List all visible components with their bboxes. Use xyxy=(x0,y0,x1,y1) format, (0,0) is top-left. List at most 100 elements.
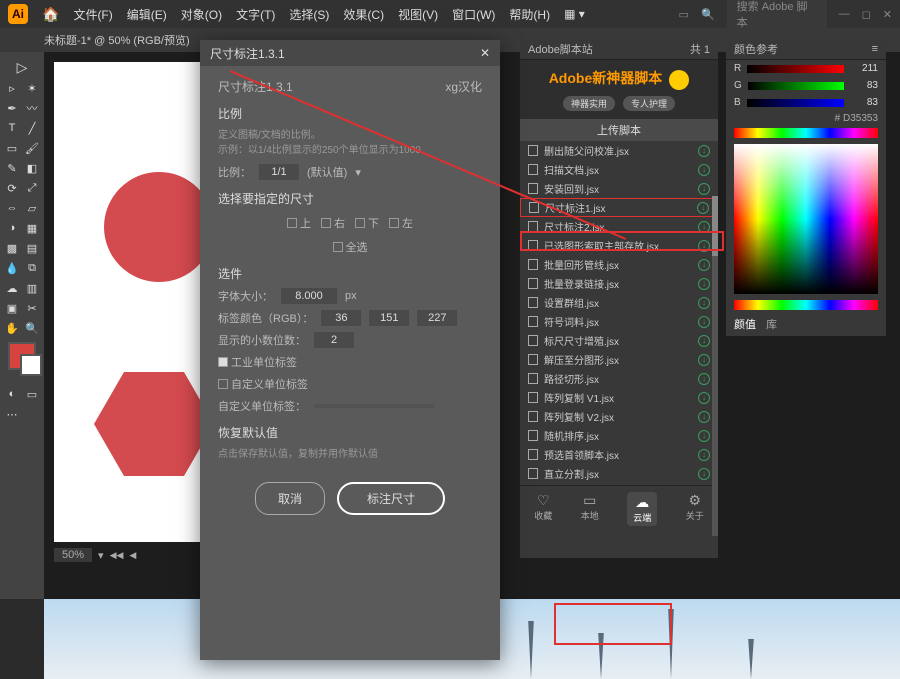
perspective-tool[interactable]: ▦ xyxy=(22,218,42,238)
script-item[interactable]: 设置群组.jsx↓ xyxy=(520,293,718,312)
hue-strip[interactable] xyxy=(734,128,878,138)
cb-down[interactable]: 下 xyxy=(355,215,379,231)
color-panel-menu-icon[interactable]: ≡ xyxy=(872,43,878,55)
artboard-tool[interactable]: ▣ xyxy=(2,298,22,318)
foot-cloud[interactable]: ☁云端 xyxy=(627,492,657,526)
edit-toolbar-icon[interactable]: ⋯ xyxy=(2,404,22,424)
color-spectrum[interactable] xyxy=(734,144,878,294)
selection-tool[interactable]: ▷ xyxy=(10,56,34,78)
script-item[interactable]: 直立分割.jsx↓ xyxy=(520,464,718,483)
swatch-tab-1[interactable]: 颜值 xyxy=(734,316,756,332)
script-item[interactable]: 随机排序.jsx↓ xyxy=(520,426,718,445)
b-slider[interactable] xyxy=(747,99,844,107)
download-icon[interactable]: ↓ xyxy=(698,335,710,347)
script-item[interactable]: 删出随父问校准.jsx↓ xyxy=(520,141,718,160)
brush-tool[interactable]: 🖌 xyxy=(22,138,42,158)
download-icon[interactable]: ↓ xyxy=(698,316,710,328)
line-tool[interactable]: ╱ xyxy=(22,118,42,138)
download-icon[interactable]: ↓ xyxy=(698,164,710,176)
download-icon[interactable]: ↓ xyxy=(698,411,710,423)
slice-tool[interactable]: ✂ xyxy=(22,298,42,318)
font-size-input[interactable]: 8.000 xyxy=(281,288,337,304)
menu-view[interactable]: 视图(V) xyxy=(398,6,438,23)
eraser-tool[interactable]: ◧ xyxy=(22,158,42,178)
color-r-input[interactable]: 36 xyxy=(321,310,361,326)
scale-input[interactable]: 1/1 xyxy=(259,164,299,180)
pill-1[interactable]: 神器实用 xyxy=(563,96,615,111)
minimize-icon[interactable]: — xyxy=(839,8,850,21)
color-panel-tab[interactable]: 颜色参考 xyxy=(734,41,778,57)
pill-2[interactable]: 专人护理 xyxy=(623,96,675,111)
color-g-input[interactable]: 151 xyxy=(369,310,409,326)
app-logo[interactable]: Ai xyxy=(8,4,28,24)
script-item[interactable]: 阵列复制 V1.jsx↓ xyxy=(520,388,718,407)
curvature-tool[interactable]: 〰 xyxy=(22,98,42,118)
mesh-tool[interactable]: ▩ xyxy=(2,238,22,258)
direct-select-tool[interactable]: ▹ xyxy=(2,78,22,98)
download-icon[interactable]: ↓ xyxy=(698,449,710,461)
download-icon[interactable]: ↓ xyxy=(698,297,710,309)
close-icon[interactable]: ✕ xyxy=(883,8,892,21)
cb-industrial[interactable]: 工业单位标签 xyxy=(218,354,482,370)
custom-unit-input[interactable] xyxy=(314,404,434,408)
magic-wand-tool[interactable]: ✶ xyxy=(22,78,42,98)
search-icon[interactable]: 🔍 xyxy=(701,8,715,21)
graph-tool[interactable]: ▥ xyxy=(22,278,42,298)
b-value[interactable]: 83 xyxy=(850,97,878,108)
script-item[interactable]: 路径切形.jsx↓ xyxy=(520,369,718,388)
rotate-tool[interactable]: ⟳ xyxy=(2,178,22,198)
download-icon[interactable]: ↓ xyxy=(698,354,710,366)
script-item[interactable]: 批量登录链接.jsx↓ xyxy=(520,274,718,293)
menu-file[interactable]: 文件(F) xyxy=(73,6,112,23)
blend-tool[interactable]: ⧉ xyxy=(22,258,42,278)
menu-effect[interactable]: 效果(C) xyxy=(343,6,384,23)
script-item[interactable]: 扫描文档.jsx↓ xyxy=(520,160,718,179)
menu-object[interactable]: 对象(O) xyxy=(181,6,222,23)
download-icon[interactable]: ↓ xyxy=(698,430,710,442)
zoom-level[interactable]: 50% xyxy=(54,548,92,562)
red-hexagon-shape[interactable] xyxy=(94,372,214,476)
foot-fav[interactable]: ♡收藏 xyxy=(534,492,552,526)
cb-all[interactable]: 全选 xyxy=(333,239,368,255)
script-item[interactable]: 标尺尺寸增殖.jsx↓ xyxy=(520,331,718,350)
r-slider[interactable] xyxy=(747,65,844,73)
g-slider[interactable] xyxy=(748,82,844,90)
script-item[interactable]: 批量回形管线.jsx↓ xyxy=(520,255,718,274)
draw-mode-icon[interactable]: ◐ xyxy=(2,384,22,404)
download-icon[interactable]: ↓ xyxy=(698,259,710,271)
script-item[interactable]: 解压至分图形.jsx↓ xyxy=(520,350,718,369)
width-tool[interactable]: ⇔ xyxy=(2,198,22,218)
menu-type[interactable]: 文字(T) xyxy=(236,6,275,23)
cancel-button[interactable]: 取消 xyxy=(255,482,325,515)
download-icon[interactable]: ↓ xyxy=(698,145,710,157)
shape-builder-tool[interactable]: ◑ xyxy=(2,218,22,238)
zoom-tool[interactable]: 🔍 xyxy=(22,318,42,338)
scale-default-label[interactable]: (默认值) xyxy=(307,164,347,180)
g-value[interactable]: 83 xyxy=(850,80,878,91)
download-icon[interactable]: ↓ xyxy=(697,202,709,214)
share-icon[interactable]: ▭ xyxy=(679,8,689,21)
scripts-tab[interactable]: Adobe脚本站 xyxy=(528,41,593,57)
menu-help[interactable]: 帮助(H) xyxy=(509,6,550,23)
maximize-icon[interactable]: ◻ xyxy=(862,8,871,21)
free-transform-tool[interactable]: ▱ xyxy=(22,198,42,218)
hue-strip-2[interactable] xyxy=(734,300,878,310)
eyedropper-tool[interactable]: 💧 xyxy=(2,258,22,278)
symbol-tool[interactable]: ☁ xyxy=(2,278,22,298)
dialog-close-icon[interactable]: ✕ xyxy=(480,46,490,60)
fill-stroke-swatch[interactable] xyxy=(8,342,36,370)
prev-artboard-icon[interactable]: ◀◀ xyxy=(110,550,124,561)
swatch-tab-2[interactable]: 库 xyxy=(766,316,777,332)
type-tool[interactable]: T xyxy=(2,118,22,138)
cb-custom-unit[interactable]: 自定义单位标签 xyxy=(218,376,482,392)
foot-about[interactable]: ⚙关于 xyxy=(686,492,704,526)
screen-mode-icon[interactable]: ▭ xyxy=(22,384,42,404)
zoom-dropdown-icon[interactable]: ▾ xyxy=(98,549,104,562)
foot-local[interactable]: ▭本地 xyxy=(581,492,599,526)
ok-button[interactable]: 标注尺寸 xyxy=(337,482,445,515)
cb-up[interactable]: 上 xyxy=(287,215,311,231)
download-icon[interactable]: ↓ xyxy=(698,468,710,480)
decimals-input[interactable]: 2 xyxy=(314,332,354,348)
download-icon[interactable]: ↓ xyxy=(698,373,710,385)
download-icon[interactable]: ↓ xyxy=(698,392,710,404)
